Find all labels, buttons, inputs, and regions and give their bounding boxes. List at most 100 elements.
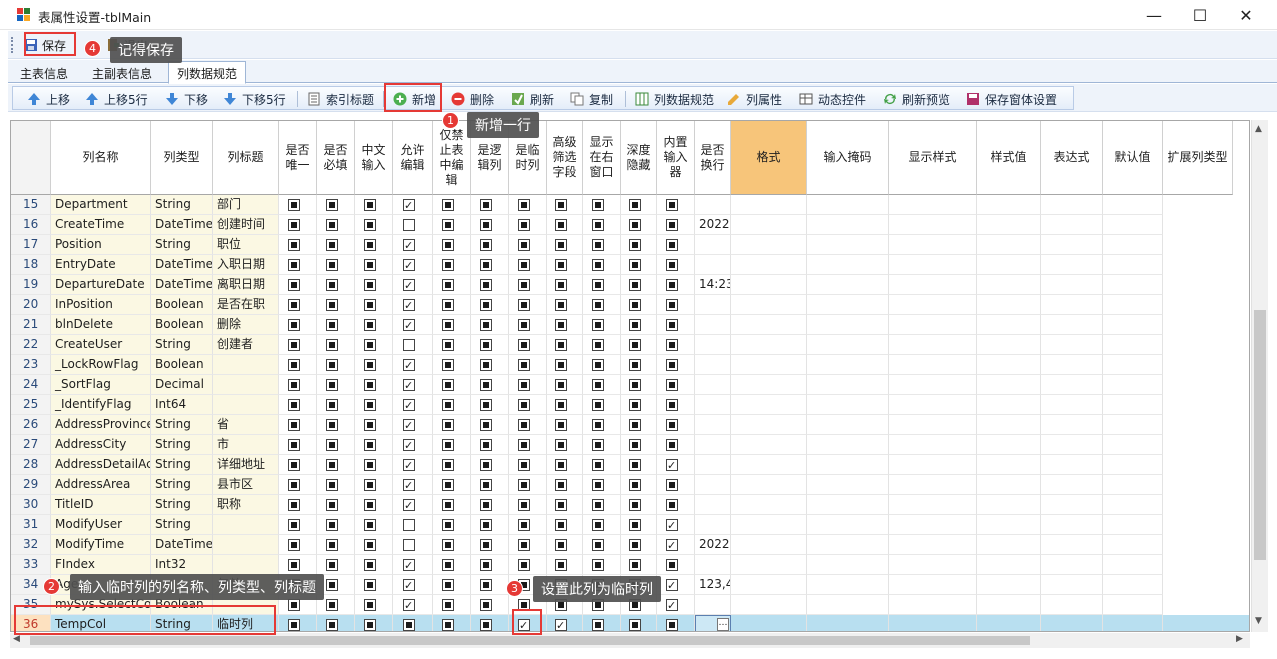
tab-column-spec[interactable]: 列数据规范 [168,61,247,84]
checkbox-cell[interactable] [393,515,433,535]
indeterminate-checkbox[interactable] [518,219,530,231]
indeterminate-checkbox[interactable] [555,439,567,451]
property-cell[interactable] [1041,575,1103,595]
row-number[interactable]: 30 [11,495,51,515]
indeterminate-checkbox[interactable] [442,539,454,551]
property-cell[interactable] [1041,395,1103,415]
indeterminate-checkbox[interactable] [364,259,376,271]
checkbox-cell[interactable] [433,475,471,495]
format-cell[interactable] [695,195,731,215]
checkbox-cell[interactable] [509,495,547,515]
indeterminate-checkbox[interactable] [666,199,678,211]
checkbox-cell[interactable] [355,455,393,475]
indeterminate-checkbox[interactable] [518,519,530,531]
property-cell[interactable] [1041,555,1103,575]
checkbox-cell[interactable] [657,615,695,631]
checkbox-cell[interactable] [393,615,433,631]
property-cell[interactable] [889,575,977,595]
checkbox-cell[interactable] [433,595,471,615]
indeterminate-checkbox[interactable] [326,399,338,411]
indeterminate-checkbox[interactable] [480,199,492,211]
indeterminate-checkbox[interactable] [592,399,604,411]
checkbox-cell[interactable] [471,595,509,615]
indeterminate-checkbox[interactable] [518,279,530,291]
column-name-cell[interactable]: DepartureDate [51,275,151,295]
column-title-cell[interactable]: 离职日期 [213,275,279,295]
checkbox-cell[interactable] [393,475,433,495]
table-row[interactable]: 24 _SortFlag Decimal [11,375,1249,395]
checkbox-cell[interactable] [279,455,317,475]
checkbox-cell[interactable] [509,535,547,555]
checkbox-cell[interactable] [547,555,583,575]
indeterminate-checkbox[interactable] [326,339,338,351]
checkbox-cell[interactable] [433,215,471,235]
column-header[interactable]: 扩展列类型 [1163,121,1233,195]
indeterminate-checkbox[interactable] [592,499,604,511]
checkbox-cell[interactable] [433,555,471,575]
format-cell[interactable]: 2022-02-28 [695,535,731,555]
tab-main-info[interactable]: 主表信息 [12,62,76,83]
property-cell[interactable] [731,335,807,355]
checkbox-cell[interactable] [433,255,471,275]
property-cell[interactable] [1041,195,1103,215]
property-cell[interactable] [1103,595,1163,615]
checkbox-cell[interactable] [279,335,317,355]
column-name-cell[interactable]: TitleID [51,495,151,515]
table-row[interactable]: 31 ModifyUser String [11,515,1249,535]
indeterminate-checkbox[interactable] [288,219,300,231]
checkbox-cell[interactable] [621,415,657,435]
indeterminate-checkbox[interactable] [480,379,492,391]
column-title-cell[interactable]: 创建时间 [213,215,279,235]
property-cell[interactable] [977,575,1041,595]
property-cell[interactable] [731,315,807,335]
property-cell[interactable] [889,255,977,275]
property-cell[interactable] [889,375,977,395]
checkbox-cell[interactable] [355,435,393,455]
indeterminate-checkbox[interactable] [326,219,338,231]
checked-checkbox[interactable] [403,356,415,374]
row-number[interactable]: 26 [11,415,51,435]
property-cell[interactable] [731,195,807,215]
checkbox-cell[interactable] [355,235,393,255]
column-name-cell[interactable]: CreateUser [51,335,151,355]
checkbox-cell[interactable] [583,235,621,255]
checkbox-cell[interactable] [279,215,317,235]
checkbox-cell[interactable] [509,475,547,495]
indeterminate-checkbox[interactable] [666,399,678,411]
column-title-cell[interactable]: 详细地址 [213,455,279,475]
indeterminate-checkbox[interactable] [592,339,604,351]
column-header[interactable]: 是否 必填 [317,121,355,195]
scroll-right-icon[interactable]: ▶ [1236,634,1243,644]
property-cell[interactable] [731,475,807,495]
dynamic-control-button[interactable]: 动态控件 [799,90,866,108]
indeterminate-checkbox[interactable] [555,279,567,291]
checkbox-cell[interactable] [547,495,583,515]
column-header[interactable]: 高级 筛选 字段 [547,121,583,195]
indeterminate-checkbox[interactable] [480,439,492,451]
checked-checkbox[interactable] [403,496,415,514]
property-cell[interactable] [1103,615,1163,631]
checkbox-cell[interactable] [657,195,695,215]
checkbox-cell[interactable] [621,255,657,275]
indeterminate-checkbox[interactable] [364,359,376,371]
index-title-button[interactable]: 索引标题 [307,90,374,108]
indeterminate-checkbox[interactable] [480,579,492,591]
indeterminate-checkbox[interactable] [555,539,567,551]
property-cell[interactable] [977,395,1041,415]
indeterminate-checkbox[interactable] [288,459,300,471]
column-title-cell[interactable] [213,555,279,575]
table-row[interactable]: 23 _LockRowFlag Boolean [11,355,1249,375]
checkbox-cell[interactable] [547,415,583,435]
indeterminate-checkbox[interactable] [442,419,454,431]
checkbox-cell[interactable] [433,515,471,535]
checked-checkbox[interactable] [403,596,415,614]
property-cell[interactable] [807,415,889,435]
property-cell[interactable] [1041,255,1103,275]
column-title-cell[interactable]: 职位 [213,235,279,255]
horizontal-scrollbar[interactable]: ◀ ▶ [10,633,1250,648]
column-type-cell[interactable]: Int64 [151,395,213,415]
property-cell[interactable] [889,195,977,215]
checkbox-cell[interactable] [279,235,317,255]
property-cell[interactable] [1103,355,1163,375]
table-row[interactable]: 25 _IdentifyFlag Int64 [11,395,1249,415]
